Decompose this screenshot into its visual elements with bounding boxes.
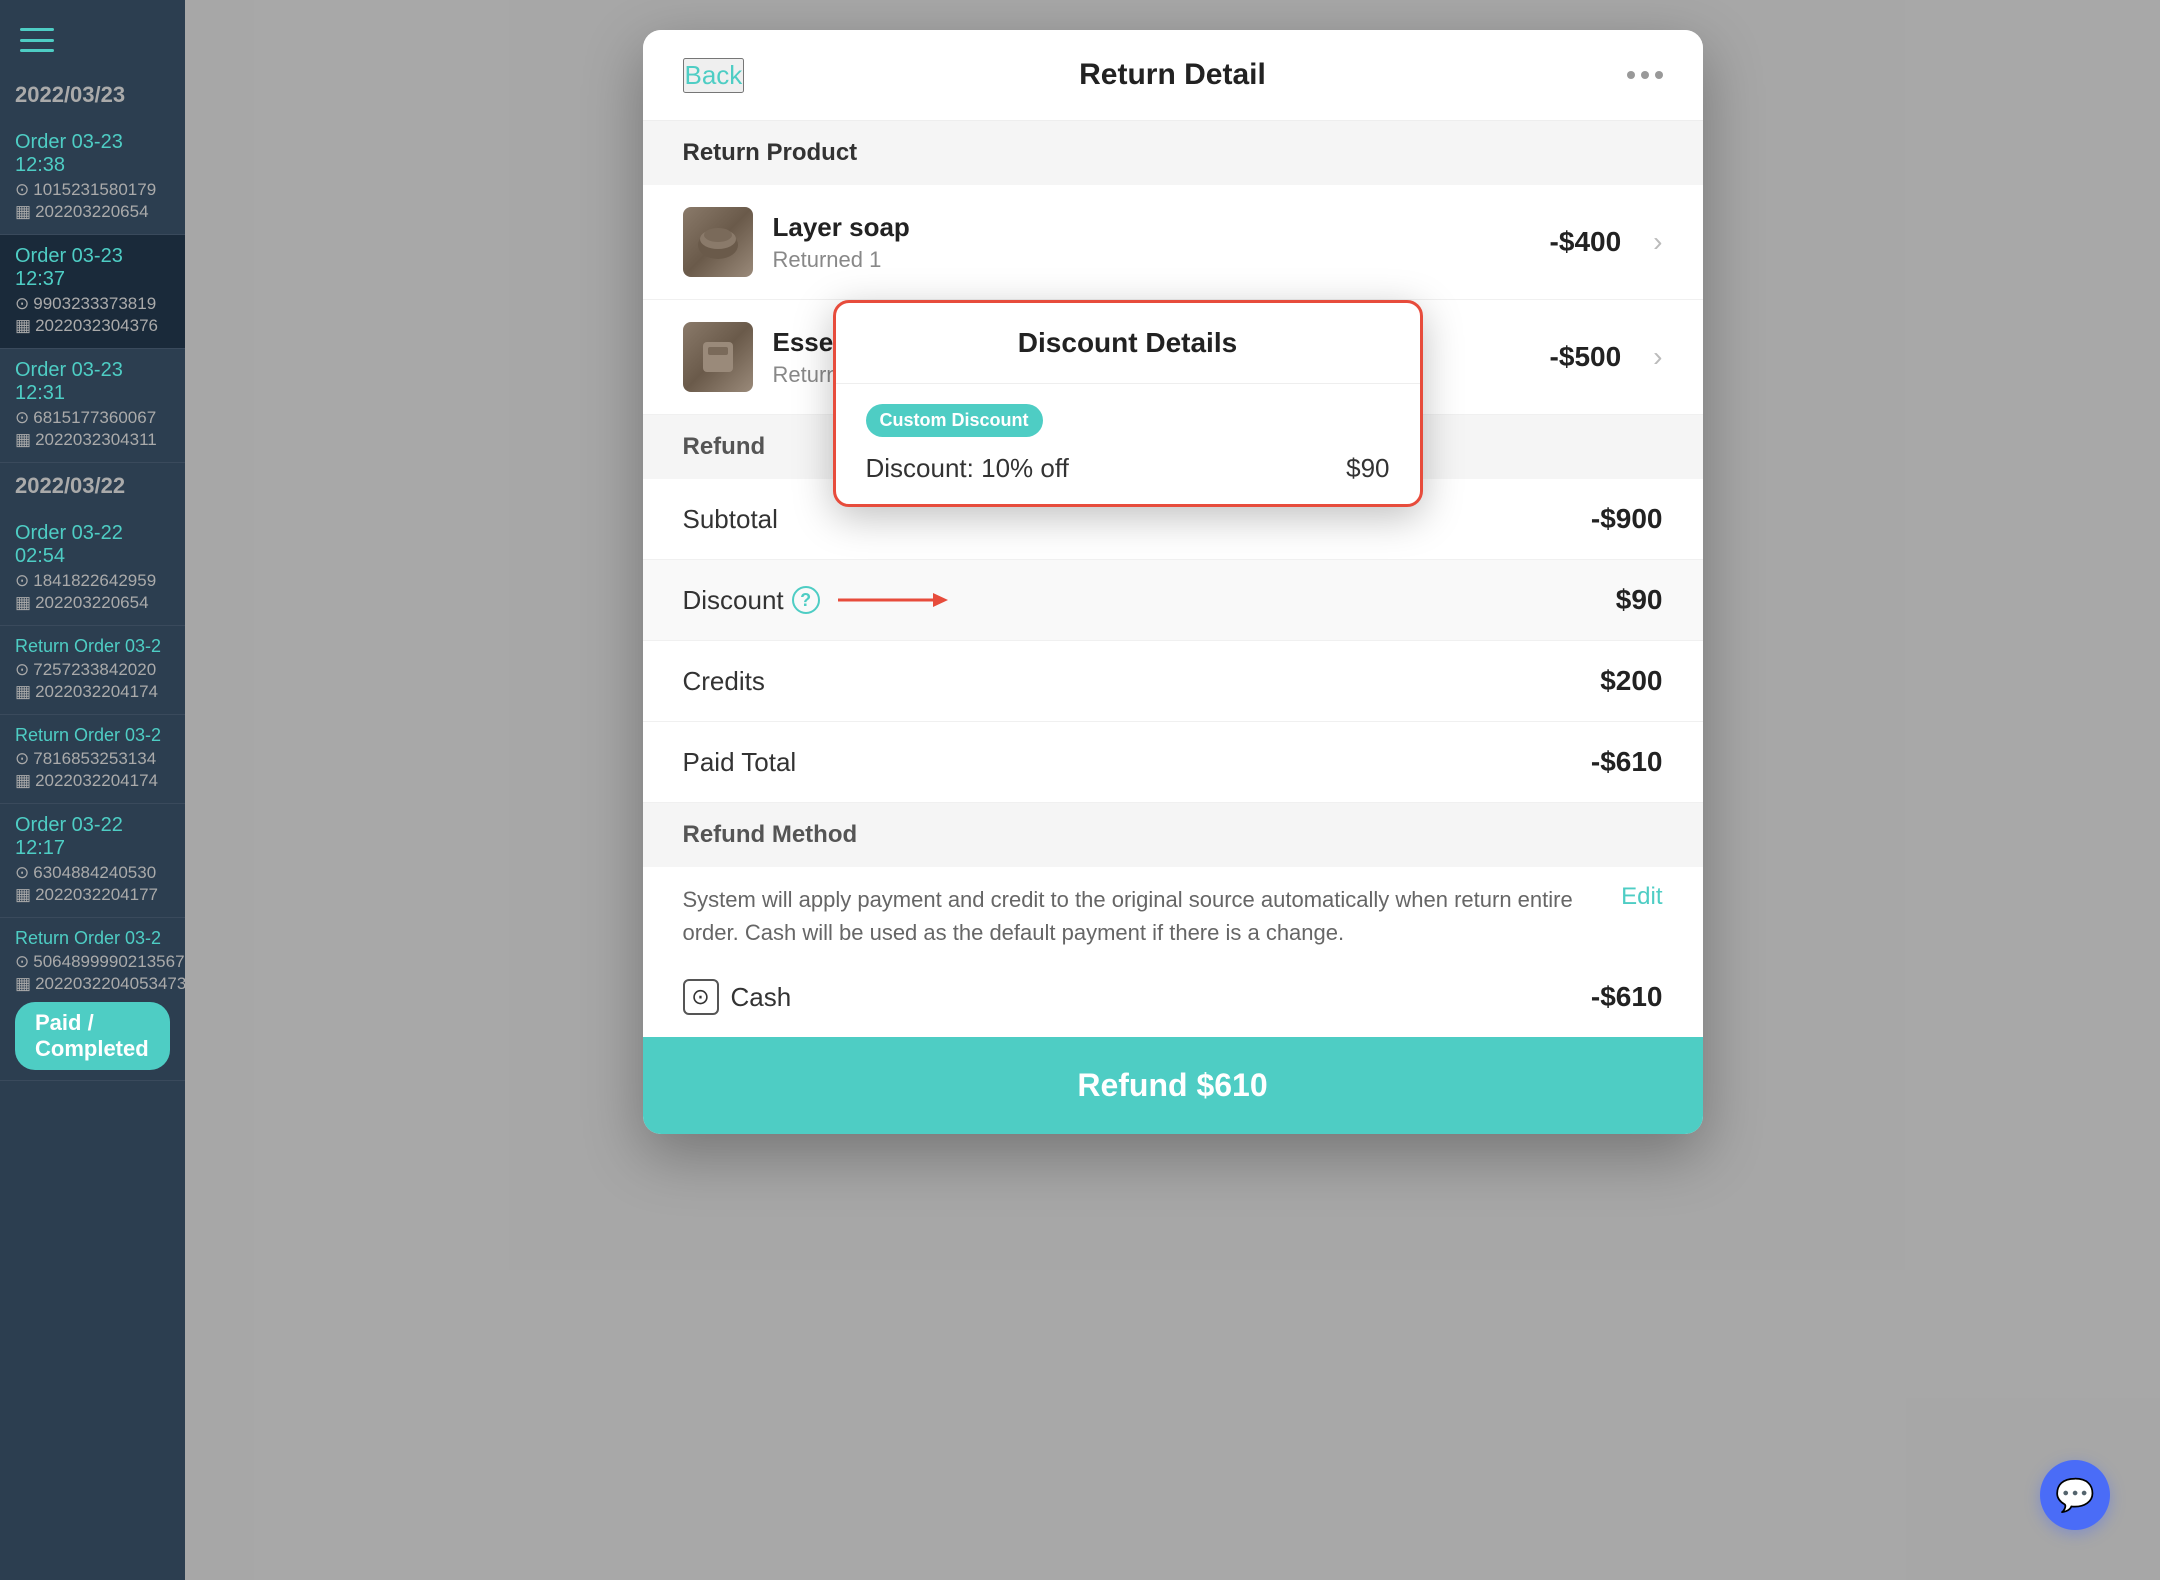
return-product-section-header: Return Product — [643, 121, 1703, 185]
sidebar-item-return1[interactable]: Return Order 03-2 ⊙7257233842020 ▦202203… — [0, 626, 185, 715]
modal-overlay: Back Return Detail Return Product — [185, 0, 2160, 1580]
cash-icon: ⊙ — [683, 979, 719, 1015]
date-label-march23: 2022/03/23 — [15, 82, 170, 108]
sidebar-item-return-bottom[interactable]: Return Order 03-2 ⊙5064899990213567767 ▦… — [0, 918, 185, 1081]
sidebar-item-order1[interactable]: Order 03-23 12:38 ⊙1015231580179 ▦202203… — [0, 121, 185, 235]
order-title: Order 03-22 12:17 — [15, 814, 170, 860]
order-doc: ▦2022032204174 — [15, 682, 170, 702]
subtotal-label: Subtotal — [683, 504, 778, 535]
order-doc: ▦2022032204174 — [15, 771, 170, 791]
order-doc: ▦202203220654 — [15, 593, 170, 613]
product-row-layer-soap[interactable]: Layer soap Returned 1 -$400 › — [643, 185, 1703, 300]
modal-body: Return Product Layer soap Returned 1 — [643, 121, 1703, 1134]
modal-title: Return Detail — [1079, 58, 1266, 92]
order-id: ⊙7816853253134 — [15, 749, 170, 769]
menu-icon[interactable] — [20, 28, 54, 52]
paid-total-row: Paid Total -$610 — [643, 722, 1703, 803]
credits-label: Credits — [683, 666, 765, 697]
paid-total-label: Paid Total — [683, 747, 797, 778]
custom-discount-badge: Custom Discount — [866, 404, 1043, 437]
date-group-march22: 2022/03/22 — [0, 463, 185, 512]
order-title: Order 03-23 12:37 — [15, 245, 170, 291]
product-sub: Returned 1 — [773, 247, 1530, 273]
chevron-right-icon: › — [1653, 226, 1662, 258]
return-detail-modal: Back Return Detail Return Product — [643, 30, 1703, 1134]
discount-label: Discount ? — [683, 585, 958, 616]
cash-value: -$610 — [1591, 981, 1663, 1013]
order-id: ⊙1015231580179 — [15, 180, 170, 200]
discount-details-popup: Discount Details Custom Discount Discoun… — [833, 300, 1423, 507]
sidebar-item-return2[interactable]: Return Order 03-2 ⊙7816853253134 ▦202203… — [0, 715, 185, 804]
sidebar-item-order3[interactable]: Order 03-23 12:31 ⊙6815177360067 ▦202203… — [0, 349, 185, 463]
discount-detail-row: Discount: 10% off $90 — [866, 453, 1390, 484]
sidebar-item-order2[interactable]: Order 03-23 12:37 ⊙9903233373819 ▦202203… — [0, 235, 185, 349]
chevron-right-icon: › — [1653, 341, 1662, 373]
order-doc: ▦202203220654 — [15, 202, 170, 222]
product-info-layer-soap: Layer soap Returned 1 — [773, 212, 1530, 273]
date-label-march22: 2022/03/22 — [15, 473, 170, 499]
paid-completed-badge: Paid / Completed — [15, 1002, 170, 1070]
modal-header: Back Return Detail — [643, 30, 1703, 121]
credits-row: Credits $200 — [643, 641, 1703, 722]
chat-button[interactable]: 💬 — [2040, 1460, 2110, 1530]
cash-label: ⊙ Cash — [683, 979, 792, 1015]
refund-button[interactable]: Refund $610 — [643, 1037, 1703, 1134]
credits-value: $200 — [1600, 665, 1662, 697]
date-group-march23: 2022/03/23 — [0, 72, 185, 121]
product-image-essenti — [683, 322, 753, 392]
order-title: Order 03-23 12:38 — [15, 131, 170, 177]
sidebar-item-order4[interactable]: Order 03-22 02:54 ⊙1841822642959 ▦202203… — [0, 512, 185, 626]
order-id: ⊙6815177360067 — [15, 408, 170, 428]
discount-detail-label: Discount: 10% off — [866, 453, 1069, 484]
sidebar: 2022/03/23 Order 03-23 12:38 ⊙1015231580… — [0, 0, 185, 1580]
discount-row: Discount ? $90 — [643, 560, 1703, 641]
product-name: Layer soap — [773, 212, 1530, 243]
refund-method-label: Refund Method — [683, 821, 858, 849]
order-doc: ▦2022032304376 — [15, 316, 170, 336]
discount-popup-body: Custom Discount Discount: 10% off $90 — [836, 384, 1420, 504]
chat-icon: 💬 — [2055, 1476, 2095, 1514]
return-order-title: Return Order 03-2 — [15, 725, 170, 746]
more-options-icon[interactable] — [1627, 71, 1663, 79]
order-title: Order 03-22 02:54 — [15, 522, 170, 568]
sidebar-item-order5[interactable]: Order 03-22 12:17 ⊙6304884240530 ▦202203… — [0, 804, 185, 918]
order-id: ⊙9903233373819 — [15, 294, 170, 314]
back-button[interactable]: Back — [683, 58, 745, 93]
cash-row: ⊙ Cash -$610 — [643, 957, 1703, 1037]
subtotal-value: -$900 — [1591, 503, 1663, 535]
order-doc: ▦2022032304311 — [15, 430, 170, 450]
order-title: Order 03-23 12:31 — [15, 359, 170, 405]
product-image-layer-soap — [683, 207, 753, 277]
return-order-title: Return Order 03-2 — [15, 636, 170, 657]
product-price: -$400 — [1550, 226, 1622, 258]
paid-total-value: -$610 — [1591, 746, 1663, 778]
refund-method-header: Refund Method — [643, 803, 1703, 867]
refund-method-description: System will apply payment and credit to … — [683, 883, 1602, 949]
discount-value: $90 — [1616, 584, 1663, 616]
edit-button[interactable]: Edit — [1621, 883, 1662, 911]
order-doc: ▦2022032204177 — [15, 885, 170, 905]
order-id: ⊙5064899990213567767 — [15, 952, 170, 972]
order-doc: ▦2022032204053473 — [15, 974, 170, 994]
discount-popup-title: Discount Details — [836, 303, 1420, 384]
order-id: ⊙6304884240530 — [15, 863, 170, 883]
sidebar-header — [0, 0, 185, 72]
discount-detail-value: $90 — [1346, 453, 1389, 484]
refund-method-desc-row: System will apply payment and credit to … — [643, 867, 1703, 957]
product-price: -$500 — [1550, 341, 1622, 373]
return-order-title: Return Order 03-2 — [15, 928, 170, 949]
order-id: ⊙1841822642959 — [15, 571, 170, 591]
discount-help-icon[interactable]: ? — [792, 586, 820, 614]
order-id: ⊙7257233842020 — [15, 660, 170, 680]
red-arrow-annotation — [828, 585, 958, 615]
